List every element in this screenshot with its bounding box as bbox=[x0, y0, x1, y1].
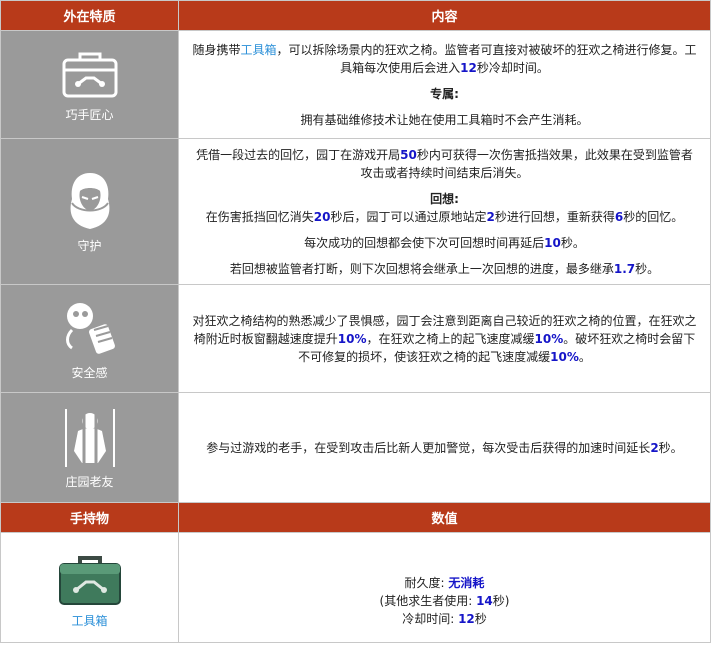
trait-cell-guard: 守护 bbox=[0, 138, 179, 285]
durability-label: 耐久度: bbox=[404, 575, 445, 590]
number-value: 1.7 bbox=[613, 261, 636, 276]
trait-name: 守护 bbox=[77, 239, 102, 253]
trait-description: 参与过游戏的老手，在受到攻击后比新人更加警觉，每次受击后获得的加速时间延长2秒。 bbox=[178, 392, 711, 503]
traits-table: 外在特质 内容 巧手匠心 随身携带工具箱，可以拆除场景内的狂欢之椅。监管者可直接… bbox=[0, 0, 711, 643]
traits-header-row: 外在特质 内容 bbox=[0, 0, 711, 31]
text-segment: 随身携带 bbox=[192, 42, 241, 57]
trait-cell-toolbox: 巧手匠心 bbox=[0, 30, 179, 139]
green-toolbox-icon bbox=[58, 556, 121, 605]
trait-subheading: 专属: bbox=[430, 86, 459, 101]
others-line: (其他求生者使用: 14秒) bbox=[179, 592, 710, 610]
text-segment: 参与过游戏的老手，在受到攻击后比新人更加警觉，每次受击后获得的加速时间延长 bbox=[206, 440, 651, 455]
header-stats: 数值 bbox=[178, 502, 711, 533]
trait-text: 随身携带工具箱，可以拆除场景内的狂欢之椅。监管者可直接对被破坏的狂欢之椅进行修复… bbox=[191, 41, 698, 77]
cooldown-label: 冷却时间: bbox=[402, 611, 455, 626]
trait-subheading: 回想: bbox=[430, 191, 459, 206]
caged-figure-icon bbox=[64, 409, 115, 467]
item-cell: 工具箱 bbox=[0, 532, 179, 643]
cooldown-line: 冷却时间: 12秒 bbox=[179, 610, 710, 628]
text-segment: ，在狂欢之椅上的起飞速度减缓 bbox=[366, 331, 535, 346]
toolbox-icon bbox=[62, 52, 117, 98]
item-row: 工具箱 耐久度: 无消耗 (其他求生者使用: 14秒) 冷却时间: 12秒 bbox=[0, 532, 711, 643]
text-segment: 拥有基础维修技术让她在使用工具箱时不会产生消耗。 bbox=[300, 112, 589, 127]
durability-value: 无消耗 bbox=[448, 575, 485, 590]
text-segment: 秒。 bbox=[635, 261, 660, 276]
cooldown-value: 12 bbox=[458, 611, 475, 626]
item-link[interactable]: 工具箱 bbox=[240, 43, 276, 57]
trait-row: 安全感 对狂欢之椅结构的熟悉减少了畏惧感，园丁会注意到距离自己较近的狂欢之椅的位… bbox=[0, 284, 711, 393]
text-segment: 秒的回忆。 bbox=[623, 209, 684, 224]
trait-text: 参与过游戏的老手，在受到攻击后比新人更加警觉，每次受击后获得的加速时间延长2秒。 bbox=[191, 439, 698, 457]
others-prefix: (其他求生者使用: bbox=[379, 593, 473, 608]
item-header-row: 手持物 数值 bbox=[0, 502, 711, 533]
number-value: 10% bbox=[550, 349, 579, 364]
header-traits: 外在特质 bbox=[0, 0, 179, 31]
text-segment: 每次成功的回想都会使下次可回想时间再延后 bbox=[304, 235, 545, 250]
number-value: 20 bbox=[313, 209, 331, 224]
text-segment: 。 bbox=[578, 349, 591, 364]
hooded-figure-icon bbox=[70, 173, 109, 229]
trait-subtext: 拥有基础维修技术让她在使用工具箱时不会产生消耗。 bbox=[191, 111, 698, 129]
number-value: 12 bbox=[460, 60, 477, 75]
trait-cell-security: 安全感 bbox=[0, 284, 179, 393]
header-item: 手持物 bbox=[0, 502, 179, 533]
trait-name: 安全感 bbox=[71, 366, 108, 380]
trait-name: 巧手匠心 bbox=[65, 108, 114, 122]
number-value: 2 bbox=[650, 440, 659, 455]
trait-subtext: 若回想被监管者打断，则下次回想将会继承上一次回想的进度，最多继承1.7秒。 bbox=[191, 260, 698, 278]
others-suffix: 秒) bbox=[492, 593, 510, 608]
header-content: 内容 bbox=[178, 0, 711, 31]
text-segment: 凭借一段过去的回忆，园丁在游戏开局 bbox=[196, 147, 401, 162]
trait-description: 随身携带工具箱，可以拆除场景内的狂欢之椅。监管者可直接对被破坏的狂欢之椅进行修复… bbox=[178, 30, 711, 139]
trait-cell-old-friend: 庄园老友 bbox=[0, 392, 179, 503]
trait-description: 凭借一段过去的回忆，园丁在游戏开局50秒内可获得一次伤害抵挡效果，此效果在受到监… bbox=[178, 138, 711, 285]
trait-row: 巧手匠心 随身携带工具箱，可以拆除场景内的狂欢之椅。监管者可直接对被破坏的狂欢之… bbox=[0, 30, 711, 139]
text-segment: 在伤害抵挡回忆消失 bbox=[205, 209, 314, 224]
trait-text: 对狂欢之椅结构的熟悉减少了畏惧感，园丁会注意到距离自己较近的狂欢之椅的位置，在狂… bbox=[191, 312, 698, 366]
item-name-link[interactable]: 工具箱 bbox=[1, 612, 178, 629]
trait-description: 对狂欢之椅结构的熟悉减少了畏惧感，园丁会注意到距离自己较近的狂欢之椅的位置，在狂… bbox=[178, 284, 711, 393]
others-value: 14 bbox=[476, 593, 493, 608]
text-segment: 若回想被监管者打断，则下次回想将会继承上一次回想的进度，最多继承 bbox=[229, 261, 614, 276]
number-value: 50 bbox=[400, 147, 417, 162]
trait-subtext: 在伤害抵挡回忆消失20秒后，园丁可以通过原地站定2秒进行回想，重新获得6秒的回忆… bbox=[191, 208, 698, 226]
text-segment: 秒后，园丁可以通过原地站定 bbox=[330, 209, 487, 224]
text-segment: 秒冷却时间。 bbox=[476, 60, 549, 75]
number-value: 10 bbox=[544, 235, 561, 250]
number-value: 2 bbox=[486, 209, 495, 224]
trait-name: 庄园老友 bbox=[65, 475, 114, 489]
text-segment: 秒。 bbox=[560, 235, 585, 250]
text-segment: 秒。 bbox=[658, 440, 683, 455]
cooldown-suffix: 秒 bbox=[474, 611, 487, 626]
number-value: 6 bbox=[614, 209, 624, 224]
trait-subtext: 每次成功的回想都会使下次可回想时间再延后10秒。 bbox=[191, 234, 698, 252]
trait-row: 守护 凭借一段过去的回忆，园丁在游戏开局50秒内可获得一次伤害抵挡效果，此效果在… bbox=[0, 138, 711, 285]
trait-row: 庄园老友 参与过游戏的老手，在受到攻击后比新人更加警觉，每次受击后获得的加速时间… bbox=[0, 392, 711, 503]
trait-text: 凭借一段过去的回忆，园丁在游戏开局50秒内可获得一次伤害抵挡效果，此效果在受到监… bbox=[191, 146, 698, 182]
durability-line: 耐久度: 无消耗 bbox=[179, 574, 710, 592]
text-segment: 秒进行回想，重新获得 bbox=[494, 209, 615, 224]
number-value: 10% bbox=[337, 331, 367, 346]
gas-mask-icon bbox=[65, 303, 115, 354]
number-value: 10% bbox=[534, 331, 564, 346]
item-stats: 耐久度: 无消耗 (其他求生者使用: 14秒) 冷却时间: 12秒 bbox=[178, 532, 711, 643]
